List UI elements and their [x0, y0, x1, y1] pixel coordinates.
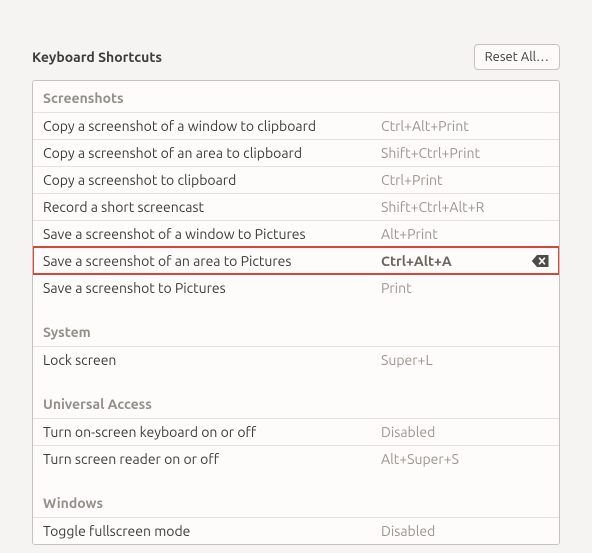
- shortcut-label: Save a screenshot of an area to Pictures: [43, 253, 381, 269]
- shortcut-accelerator: Ctrl+Print: [381, 172, 549, 188]
- shortcut-row-editing[interactable]: Save a screenshot of an area to Pictures…: [33, 247, 559, 274]
- shortcut-accelerator: Print: [381, 280, 549, 296]
- shortcut-label: Copy a screenshot of a window to clipboa…: [43, 118, 381, 134]
- shortcut-label: Copy a screenshot to clipboard: [43, 172, 381, 188]
- shortcut-label: Save a screenshot of a window to Picture…: [43, 226, 381, 242]
- backspace-icon[interactable]: [531, 254, 549, 268]
- section-header-screenshots: Screenshots: [33, 81, 559, 112]
- reset-all-button[interactable]: Reset All…: [474, 44, 560, 70]
- shortcut-label: Turn on-screen keyboard on or off: [43, 424, 381, 440]
- shortcut-label: Record a short screencast: [43, 199, 381, 215]
- shortcut-accelerator: Ctrl+Alt+A: [381, 253, 525, 269]
- shortcut-row[interactable]: Toggle fullscreen mode Disabled: [33, 517, 559, 544]
- shortcuts-panel: Screenshots Copy a screenshot of a windo…: [32, 80, 560, 545]
- shortcut-row[interactable]: Record a short screencast Shift+Ctrl+Alt…: [33, 193, 559, 220]
- shortcut-row[interactable]: Save a screenshot of a window to Picture…: [33, 220, 559, 247]
- section-header-windows: Windows: [33, 486, 559, 517]
- section-header-universal-access: Universal Access: [33, 387, 559, 418]
- shortcut-accelerator: Disabled: [381, 523, 549, 539]
- shortcut-label: Turn screen reader on or off: [43, 451, 381, 467]
- shortcut-accelerator: Alt+Print: [381, 226, 549, 242]
- shortcut-label: Copy a screenshot of an area to clipboar…: [43, 145, 381, 161]
- shortcut-label: Lock screen: [43, 352, 381, 368]
- shortcut-row[interactable]: Copy a screenshot of a window to clipboa…: [33, 112, 559, 139]
- shortcut-accelerator: Super+L: [381, 352, 549, 368]
- shortcut-row[interactable]: Lock screen Super+L: [33, 346, 559, 373]
- shortcut-label: Toggle fullscreen mode: [43, 523, 381, 539]
- shortcut-row[interactable]: Turn screen reader on or off Alt+Super+S: [33, 445, 559, 472]
- shortcut-row[interactable]: Copy a screenshot to clipboard Ctrl+Prin…: [33, 166, 559, 193]
- shortcut-row[interactable]: Turn on-screen keyboard on or off Disabl…: [33, 418, 559, 445]
- shortcut-row[interactable]: Copy a screenshot of an area to clipboar…: [33, 139, 559, 166]
- shortcut-accelerator: Alt+Super+S: [381, 451, 549, 467]
- shortcut-accelerator: Shift+Ctrl+Alt+R: [381, 199, 549, 215]
- section-header-system: System: [33, 315, 559, 346]
- page-title: Keyboard Shortcuts: [32, 49, 162, 65]
- shortcut-accelerator: Shift+Ctrl+Print: [381, 145, 549, 161]
- shortcut-accelerator: Disabled: [381, 424, 549, 440]
- shortcut-row[interactable]: Save a screenshot to Pictures Print: [33, 274, 559, 301]
- shortcut-accelerator: Ctrl+Alt+Print: [381, 118, 549, 134]
- shortcut-label: Save a screenshot to Pictures: [43, 280, 381, 296]
